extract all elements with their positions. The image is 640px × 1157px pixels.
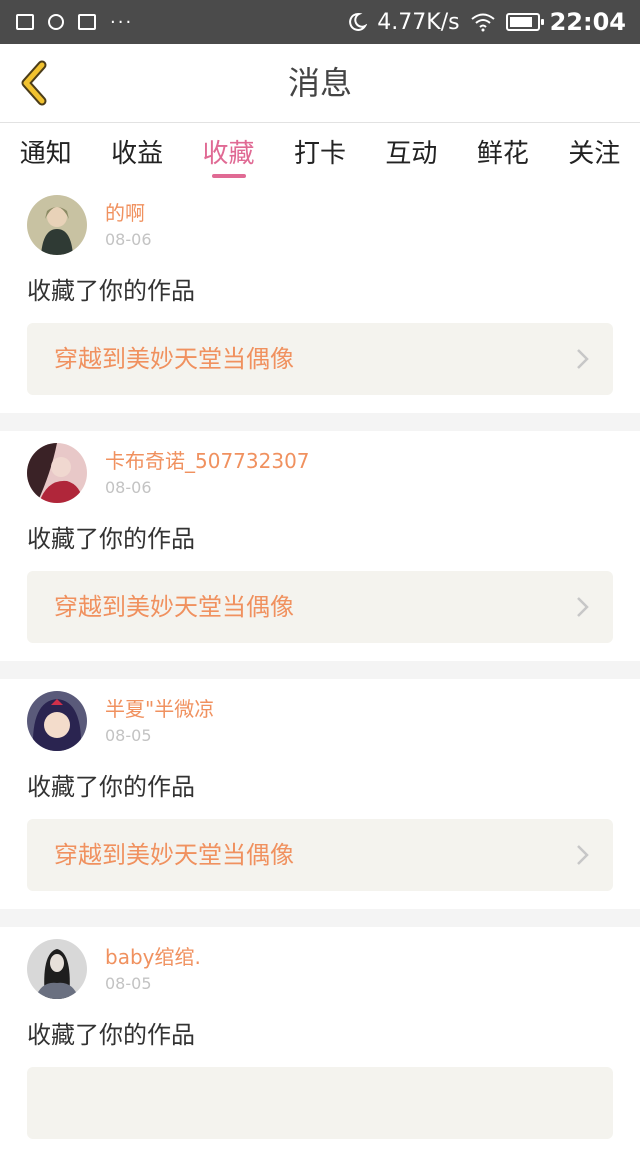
wifi-icon [470, 13, 495, 32]
username[interactable]: 卡布奇诺_507732307 [105, 445, 310, 474]
list-item: baby绾绾. 08-05 收藏了你的作品 [0, 927, 640, 1157]
favorites-feed: 的啊 08-06 收藏了你的作品 穿越到美妙天堂当偶像 卡布奇诺_5077323… [0, 183, 640, 1157]
page-title: 消息 [287, 64, 352, 102]
work-link[interactable]: 穿越到美妙天堂当偶像 [27, 323, 613, 395]
tab-checkin[interactable]: 打卡 [274, 123, 365, 183]
username[interactable]: baby绾绾. [105, 941, 201, 970]
chevron-right-icon [577, 597, 589, 617]
username[interactable]: 的啊 [105, 197, 145, 226]
list-item: 卡布奇诺_507732307 08-06 收藏了你的作品 穿越到美妙天堂当偶像 [0, 431, 640, 661]
action-text: 收藏了你的作品 [27, 277, 195, 305]
divider [0, 909, 640, 927]
tab-notice[interactable]: 通知 [0, 123, 91, 183]
tab-flowers[interactable]: 鲜花 [457, 123, 548, 183]
status-bar: ··· 4.77K/s 22:04 [0, 0, 640, 44]
list-item: 的啊 08-06 收藏了你的作品 穿越到美妙天堂当偶像 [0, 183, 640, 413]
date: 08-05 [105, 726, 152, 745]
clock: 22:04 [549, 8, 626, 36]
avatar[interactable] [27, 691, 87, 751]
action-text: 收藏了你的作品 [27, 1021, 195, 1049]
action-text: 收藏了你的作品 [27, 773, 195, 801]
date: 08-05 [105, 974, 152, 993]
battery-icon [505, 13, 544, 31]
top-nav: 消息 [0, 44, 640, 123]
work-title: 穿越到美妙天堂当偶像 [54, 593, 294, 621]
date: 08-06 [105, 478, 152, 497]
chat-bubble-icon [48, 14, 64, 30]
tab-interaction[interactable]: 互动 [366, 123, 457, 183]
divider [0, 413, 640, 431]
divider [0, 661, 640, 679]
status-system: 4.77K/s 22:04 [347, 8, 640, 36]
list-item: 半夏"半微凉 08-05 收藏了你的作品 穿越到美妙天堂当偶像 [0, 679, 640, 909]
screenshot-icon [78, 14, 96, 30]
avatar[interactable] [27, 195, 87, 255]
chevron-right-icon [577, 349, 589, 369]
tab-bar: 通知 收益 收藏 打卡 互动 鲜花 关注 [0, 123, 640, 183]
work-link[interactable] [27, 1067, 613, 1139]
date: 08-06 [105, 230, 152, 249]
avatar[interactable] [27, 443, 87, 503]
username[interactable]: 半夏"半微凉 [105, 693, 214, 722]
network-speed: 4.77K/s [377, 9, 460, 35]
tab-earnings[interactable]: 收益 [91, 123, 182, 183]
work-link[interactable]: 穿越到美妙天堂当偶像 [27, 571, 613, 643]
tab-favorites[interactable]: 收藏 [183, 123, 274, 183]
avatar[interactable] [27, 939, 87, 999]
tab-follow[interactable]: 关注 [549, 123, 640, 183]
image-icon [16, 14, 34, 30]
work-title: 穿越到美妙天堂当偶像 [54, 345, 294, 373]
chevron-right-icon [577, 845, 589, 865]
action-text: 收藏了你的作品 [27, 525, 195, 553]
moon-icon [349, 12, 368, 31]
status-notifications: ··· [0, 12, 133, 33]
work-title: 穿越到美妙天堂当偶像 [54, 841, 294, 869]
work-link[interactable]: 穿越到美妙天堂当偶像 [27, 819, 613, 891]
more-dots-icon: ··· [110, 11, 134, 33]
